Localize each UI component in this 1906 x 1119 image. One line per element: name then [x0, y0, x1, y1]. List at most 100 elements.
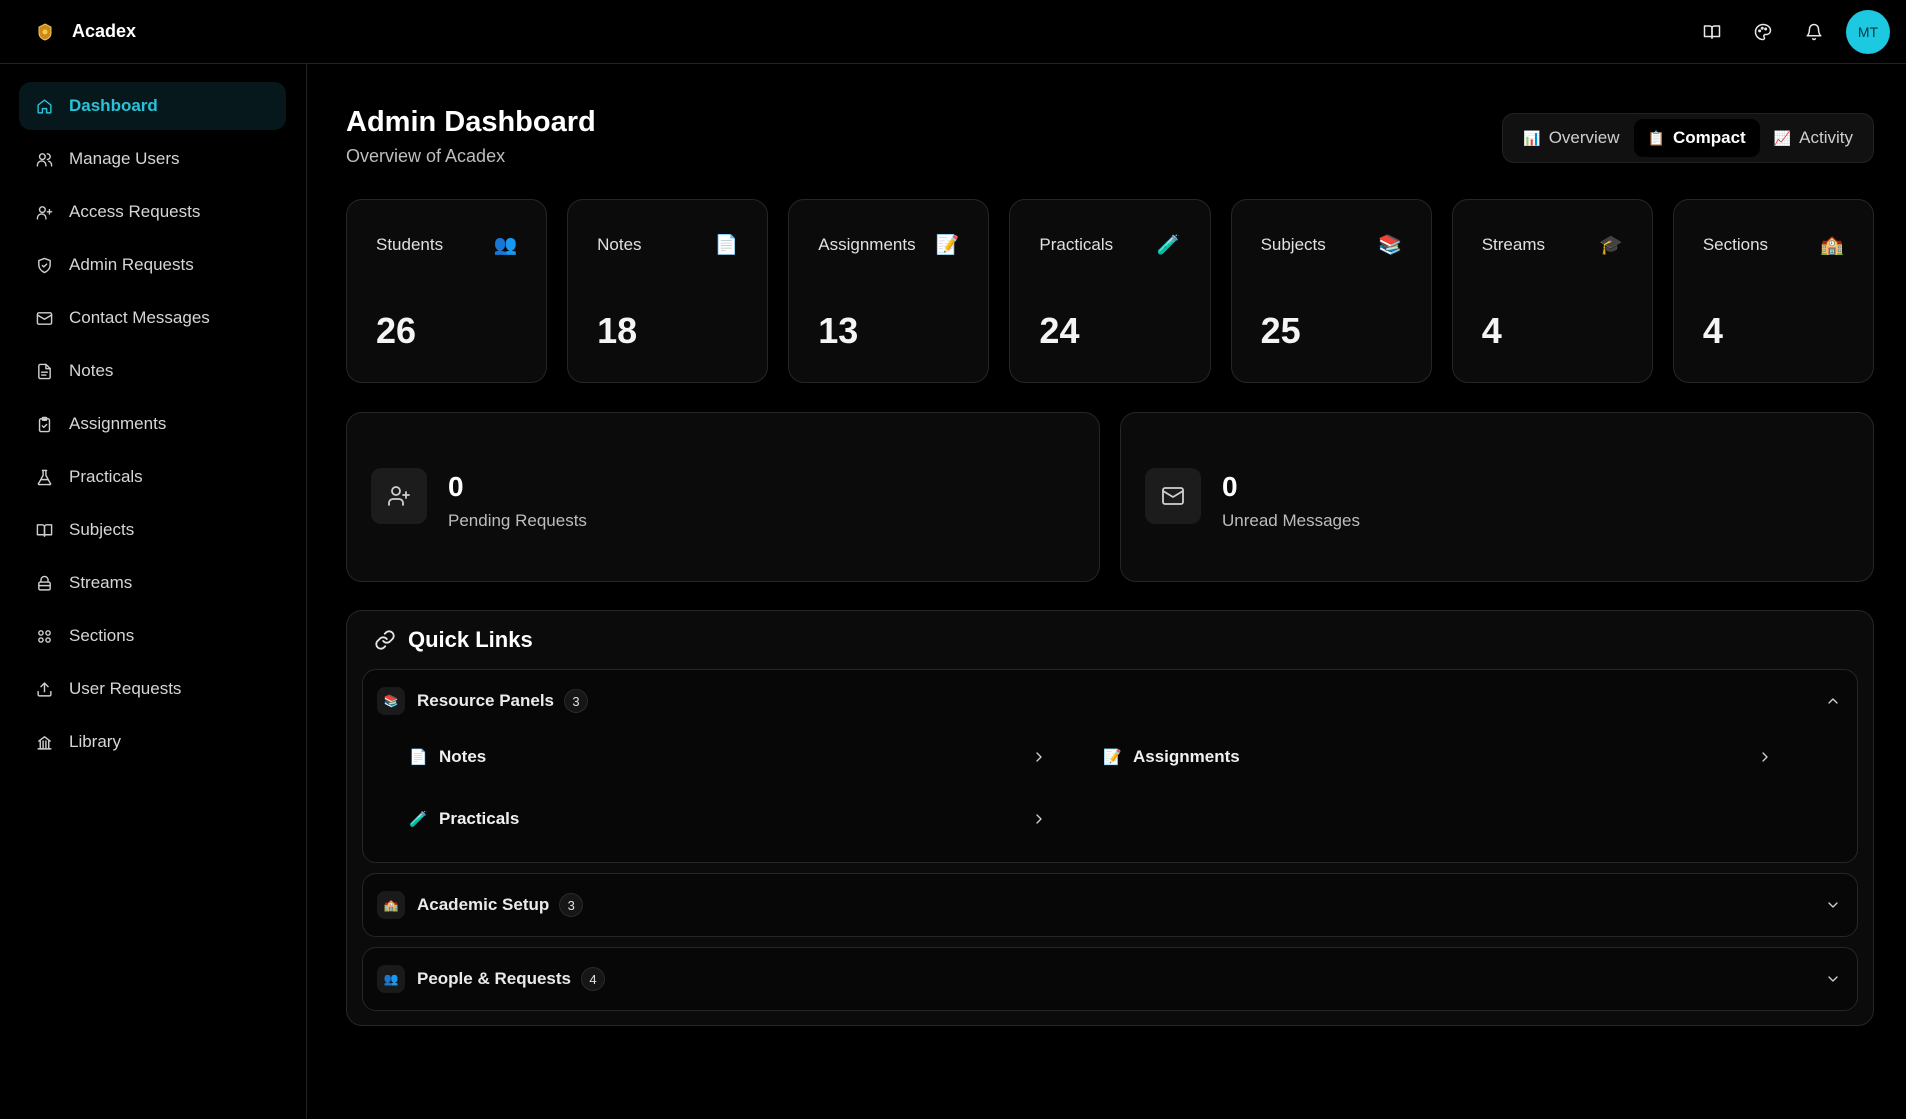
count-badge: 3 [559, 893, 584, 917]
stats-row: Students 👥 26 Notes 📄 18 Assignments 📝 13 Practic… [346, 199, 1874, 383]
stat-value: 4 [1702, 310, 1723, 351]
bell-icon[interactable] [1789, 7, 1839, 57]
stat-card-sections[interactable]: Sections 🏫 4 [1672, 199, 1874, 383]
quick-link-assignments[interactable]: 📝 Assignments [1089, 732, 1789, 782]
chevron-down-icon[interactable] [1823, 895, 1843, 915]
sidebar-item-label: Practicals [69, 467, 143, 486]
quick-links-title: Quick Links [408, 627, 533, 652]
section-academic-setup-header[interactable]: 🏫 Academic Setup 3 [363, 874, 1857, 936]
book-icon[interactable] [1687, 7, 1737, 57]
quick-link-practicals[interactable]: 🧪 Practicals [363, 794, 1063, 844]
view-overview-button[interactable]: 📊 Overview [1509, 119, 1633, 157]
stat-value: 4 [1481, 310, 1502, 351]
view-switcher: 📊 Overview 📋 Compact 📈 Activity [1502, 113, 1874, 163]
sidebar-item-streams[interactable]: Streams [19, 559, 286, 607]
page-subtitle: Overview of Acadex [346, 146, 506, 166]
stat-card-students[interactable]: Students 👥 26 [346, 199, 548, 383]
sidebar-item-label: Assignments [69, 414, 167, 433]
document-icon: 📄 [409, 749, 428, 766]
mail-icon [35, 309, 53, 327]
stat-card-practicals[interactable]: Practicals 🧪 24 [1009, 199, 1211, 383]
stat-card-streams[interactable]: Streams 🎓 4 [1451, 199, 1653, 383]
logo-icon [36, 22, 54, 42]
sidebar-item-notes[interactable]: Notes [19, 347, 286, 395]
chart-icon: 📊 [1523, 129, 1541, 146]
sidebar-item-label: Library [69, 732, 121, 751]
brand[interactable]: Acadex [36, 21, 136, 42]
stat-value: 26 [376, 310, 417, 351]
file-icon [35, 362, 53, 380]
sidebar-item-label: Contact Messages [69, 308, 210, 327]
stat-label: Sections [1702, 235, 1769, 254]
avatar[interactable]: MT [1846, 10, 1890, 54]
flask-icon [35, 468, 53, 486]
link-icon [374, 629, 396, 651]
stat-card-assignments[interactable]: Assignments 📝 13 [788, 199, 990, 383]
stat-card-notes[interactable]: Notes 📄 18 [567, 199, 769, 383]
students-icon: 👥 [493, 235, 518, 256]
count-badge: 4 [581, 967, 605, 991]
sidebar-item-sections[interactable]: Sections [19, 612, 286, 660]
sidebar-item-label: Sections [69, 626, 135, 645]
memo-icon: 📝 [1103, 749, 1122, 766]
pending-requests-card[interactable]: 0 Pending Requests [346, 412, 1100, 582]
section-resource-panels-header[interactable]: 📚 Resource Panels 3 [363, 670, 1857, 732]
resource-links: 📄 Notes 📝 Assignments 🧪 Practicals [363, 732, 1857, 856]
sidebar-item-label: Admin Requests [69, 255, 194, 274]
sidebar-item-manage-users[interactable]: Manage Users [19, 135, 286, 183]
view-compact-button[interactable]: 📋 Compact [1633, 119, 1760, 157]
sidebar-item-label: Dashboard [69, 96, 158, 115]
palette-icon[interactable] [1738, 7, 1788, 57]
quick-link-notes[interactable]: 📄 Notes [363, 732, 1063, 782]
streams-icon: 🎓 [1599, 235, 1623, 256]
subjects-icon: 📚 [1378, 235, 1402, 256]
sidebar-item-dashboard[interactable]: Dashboard [19, 82, 286, 130]
sidebar-nav: Dashboard Manage Users Access Requests Admi… [0, 64, 306, 766]
chevron-down-icon[interactable] [1823, 969, 1843, 989]
building-icon [35, 733, 53, 751]
section-label: People & Requests [417, 969, 571, 988]
sidebar: Dashboard Manage Users Access Requests Admi… [0, 64, 307, 1119]
sections-icon: 🏫 [1820, 235, 1844, 256]
unread-messages-card[interactable]: 0 Unread Messages [1120, 412, 1874, 582]
practicals-icon: 🧪 [1156, 235, 1181, 256]
sidebar-item-assignments[interactable]: Assignments [19, 400, 286, 448]
view-compact-label: Compact [1672, 128, 1746, 147]
unread-messages-label: Unread Messages [1222, 511, 1360, 530]
books-icon: 📚 [377, 687, 405, 715]
sidebar-item-label: Subjects [69, 520, 135, 539]
people-icon: 👥 [377, 965, 405, 993]
top-bar: Acadex MT [0, 0, 1906, 64]
pending-requests-value: 0 [448, 471, 464, 502]
quick-link-label: Notes [439, 747, 487, 766]
clipboard-icon: 📋 [1647, 129, 1665, 146]
sidebar-item-admin-requests[interactable]: Admin Requests [19, 241, 286, 289]
section-people-requests-header[interactable]: 👥 People & Requests 4 [363, 948, 1857, 1010]
quick-links-panel: Quick Links 📚 Resource Panels 3 📄 Notes [346, 610, 1874, 1026]
sidebar-item-user-requests[interactable]: User Requests [19, 665, 286, 713]
quick-link-label: Assignments [1133, 747, 1240, 766]
sidebar-item-library[interactable]: Library [19, 718, 286, 766]
chevron-right-icon [1029, 747, 1049, 767]
pending-requests-label: Pending Requests [448, 511, 587, 530]
user-plus-icon [371, 468, 427, 524]
mail-icon [1145, 468, 1201, 524]
section-academic-setup: 🏫 Academic Setup 3 [362, 873, 1858, 937]
clipboard-icon [35, 415, 53, 433]
stat-label: Assignments [818, 235, 916, 254]
chevron-up-icon[interactable] [1823, 691, 1843, 711]
sidebar-item-access-requests[interactable]: Access Requests [19, 188, 286, 236]
sidebar-item-subjects[interactable]: Subjects [19, 506, 286, 554]
sidebar-item-practicals[interactable]: Practicals [19, 453, 286, 501]
sidebar-item-label: Streams [69, 573, 133, 592]
test-tube-icon: 🧪 [409, 811, 428, 828]
view-activity-button[interactable]: 📈 Activity [1760, 119, 1867, 157]
user-plus-icon [35, 203, 53, 221]
stat-card-subjects[interactable]: Subjects 📚 25 [1230, 199, 1432, 383]
upload-icon [35, 680, 53, 698]
sidebar-item-label: Notes [69, 361, 114, 380]
shield-icon [35, 256, 53, 274]
sidebar-item-contact-messages[interactable]: Contact Messages [19, 294, 286, 342]
sidebar-item-label: User Requests [69, 679, 182, 698]
section-resource-panels: 📚 Resource Panels 3 📄 Notes 📝 Assignment… [362, 669, 1858, 863]
